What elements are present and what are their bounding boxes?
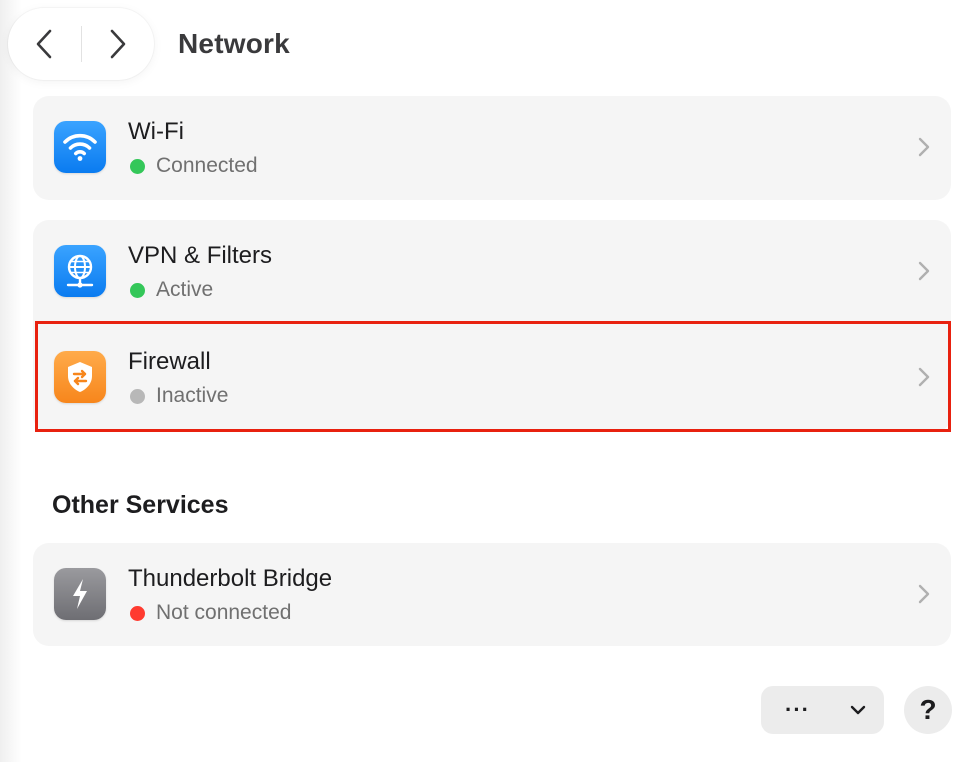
more-actions-menu-button[interactable]: ···: [761, 686, 884, 734]
service-row-vpn[interactable]: VPN & Filters Active: [33, 220, 951, 324]
status-dot-inactive: [130, 388, 145, 404]
service-name: VPN & Filters: [128, 242, 273, 269]
window-edge: [0, 0, 22, 762]
chevron-right-icon: [918, 261, 930, 281]
service-row-thunderbolt-bridge[interactable]: Thunderbolt Bridge Not connected: [33, 543, 951, 647]
service-name: Thunderbolt Bridge: [128, 565, 333, 592]
chevron-right-icon: [918, 137, 930, 157]
status-dot-connected: [130, 158, 145, 174]
status-text: Connected: [156, 154, 258, 177]
security-card: VPN & Filters Active Firewall Inactive: [33, 220, 951, 432]
status-dot-active: [130, 282, 145, 298]
service-row-firewall[interactable]: Firewall Inactive: [33, 326, 951, 430]
wifi-icon: [54, 121, 106, 173]
chevron-right-icon: [918, 584, 930, 604]
row-divider: [128, 323, 951, 324]
service-name: Firewall: [128, 348, 211, 375]
status-text: Active: [156, 278, 214, 301]
service-row-wifi[interactable]: Wi-Fi Connected: [33, 96, 951, 200]
forward-button[interactable]: [82, 8, 155, 80]
other-services-heading: Other Services: [52, 491, 229, 519]
chevron-right-icon: [110, 29, 126, 59]
status-text: Not connected: [156, 601, 292, 624]
service-status: Inactive: [130, 384, 228, 408]
ellipsis-icon: ···: [785, 697, 810, 722]
wifi-card: Wi-Fi Connected: [33, 96, 951, 200]
chevron-left-icon: [36, 29, 52, 59]
chevron-down-icon: [850, 705, 866, 715]
help-button[interactable]: ?: [904, 686, 952, 734]
back-button[interactable]: [8, 8, 81, 80]
vpn-globe-icon: [54, 245, 106, 297]
status-text: Inactive: [156, 384, 229, 407]
firewall-shield-icon: [54, 351, 106, 403]
thunderbolt-icon: [54, 568, 106, 620]
status-dot-not-connected: [130, 605, 145, 621]
service-name: Wi-Fi: [128, 118, 184, 145]
service-status: Connected: [130, 154, 258, 178]
chevron-right-icon: [918, 367, 930, 387]
page-title: Network: [178, 28, 290, 59]
navigation-buttons: [8, 8, 154, 80]
service-status: Not connected: [130, 601, 291, 625]
other-services-card: Thunderbolt Bridge Not connected: [33, 543, 951, 646]
service-status: Active: [130, 278, 213, 302]
